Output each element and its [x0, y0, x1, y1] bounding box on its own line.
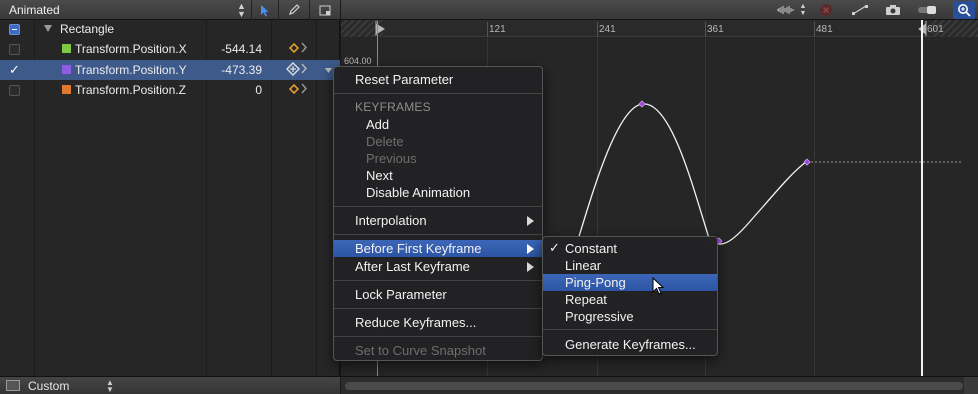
param-menu-arrow-icon[interactable] [325, 68, 332, 73]
popup-arrows-icon[interactable]: ▲ ▼ [237, 2, 246, 19]
mouse-cursor-icon [652, 277, 665, 295]
menu-item-add[interactable]: Add [334, 116, 542, 133]
menu-item-lock-parameter[interactable]: Lock Parameter [334, 286, 542, 303]
menu-item-before-first-keyframe[interactable]: Before First Keyframe [334, 240, 542, 257]
parameter-context-menu: Reset Parameter KEYFRAMES Add Delete Pre… [333, 66, 543, 361]
pointer-icon[interactable] [256, 1, 274, 19]
menu-item-set-to-curve-snapshot: Set to Curve Snapshot [355, 343, 486, 358]
keyframe-diamond-icon[interactable] [289, 84, 299, 94]
param-row-position-z[interactable]: Transform.Position.Z 0 [0, 80, 340, 100]
param-value[interactable]: -544.14 [221, 42, 262, 56]
parameter-list-footer: Custom ▲ ▼ [0, 376, 340, 394]
submenu-item-constant[interactable]: ✓ Constant [543, 240, 717, 257]
menu-item-delete: Delete [366, 134, 404, 149]
param-name: Transform.Position.Y [75, 63, 187, 77]
param-value[interactable]: 0 [255, 83, 262, 97]
menu-item-disable-animation[interactable]: Disable Animation [334, 184, 542, 201]
menu-item-interpolation[interactable]: Interpolation [334, 212, 542, 229]
pen-icon[interactable] [285, 1, 303, 19]
enable-all-checkbox[interactable] [9, 24, 20, 35]
menu-item-after-last-keyframe[interactable]: After Last Keyframe [334, 258, 542, 275]
submenu-arrow-icon [527, 262, 534, 272]
curve-keyframe-point[interactable] [638, 100, 646, 108]
parameter-list-panel: Animated ▲ ▼ Rectangle Transform.Position… [0, 0, 340, 394]
stop-icon[interactable] [817, 1, 835, 19]
parameter-list-header: Animated ▲ ▼ [0, 0, 340, 20]
submenu-arrow-icon [527, 216, 534, 226]
scrollbar-thumb[interactable] [345, 382, 963, 390]
menu-item-previous: Previous [366, 151, 417, 166]
preset-popup[interactable]: Custom [28, 379, 69, 393]
timeline-ruler[interactable]: 121 241 361 481 601 [341, 20, 978, 37]
checkmark-icon: ✓ [549, 240, 560, 255]
ruler-tick-label: 481 [816, 24, 833, 35]
ruler-tick-label: 601 [927, 24, 944, 35]
param-name: Transform.Position.Z [75, 83, 186, 97]
preset-icon [6, 380, 20, 391]
animated-filter-popup[interactable]: Animated [9, 3, 60, 17]
submenu-item-progressive[interactable]: Progressive [543, 308, 717, 325]
layout-icon[interactable] [316, 1, 334, 19]
menu-item-reduce-keyframes[interactable]: Reduce Keyframes... [334, 314, 542, 331]
zoom-icon[interactable] [953, 1, 975, 19]
submenu-item-generate-keyframes[interactable]: Generate Keyframes... [543, 336, 717, 353]
next-keyframe-arrow-icon[interactable] [301, 83, 307, 94]
keyframe-diamond-icon[interactable] [289, 43, 299, 53]
param-name: Transform.Position.X [75, 42, 187, 56]
keyframe-diamond-add-icon[interactable] [286, 62, 300, 76]
submenu-item-ping-pong[interactable]: Ping-Pong [543, 274, 717, 291]
param-value[interactable]: -473.39 [221, 63, 262, 77]
audio-waveform-icon[interactable] [775, 1, 799, 19]
next-keyframe-arrow-icon[interactable] [301, 42, 307, 53]
fit-curve-icon[interactable] [849, 1, 871, 19]
param-row-position-y[interactable]: ✓ Transform.Position.Y -473.39 [0, 60, 340, 80]
horizontal-scrollbar[interactable] [341, 376, 978, 394]
graph-toolbar: ▲ ▼ [341, 0, 978, 20]
color-swatch [62, 44, 71, 53]
menu-item-next[interactable]: Next [334, 167, 542, 184]
submenu-arrow-icon [527, 244, 534, 254]
ruler-tick-label: 361 [707, 24, 724, 35]
color-swatch [62, 85, 71, 94]
snapshot-camera-icon[interactable] [883, 1, 903, 19]
next-keyframe-arrow-icon[interactable] [301, 63, 307, 74]
playhead[interactable] [921, 20, 923, 376]
color-swatch [62, 65, 71, 74]
param-checkbox[interactable] [9, 44, 20, 55]
ruler-tick-label: 241 [599, 24, 616, 35]
before-first-keyframe-submenu: ✓ Constant Linear Ping-Pong Repeat Progre… [542, 236, 718, 356]
param-row-position-x[interactable]: Transform.Position.X -544.14 [0, 39, 340, 59]
menu-section-keyframes: KEYFRAMES [355, 100, 431, 114]
group-row-rectangle[interactable]: Rectangle [0, 19, 340, 39]
menu-item-reset-parameter[interactable]: Reset Parameter [334, 71, 542, 88]
disclosure-triangle-icon[interactable] [44, 25, 52, 32]
submenu-item-repeat[interactable]: Repeat [543, 291, 717, 308]
ruler-tick-label: 121 [489, 24, 506, 35]
waveform-menu-arrows-icon[interactable]: ▲ ▼ [798, 1, 808, 19]
group-name: Rectangle [60, 22, 115, 36]
toggle-icon[interactable] [915, 1, 939, 19]
popup-arrows-icon[interactable]: ▲ ▼ [106, 379, 114, 394]
animation-curve[interactable] [576, 103, 807, 245]
submenu-item-linear[interactable]: Linear [543, 257, 717, 274]
checkmark-icon[interactable]: ✓ [9, 62, 20, 78]
curve-keyframe-point[interactable] [803, 158, 811, 166]
param-checkbox[interactable] [9, 85, 20, 96]
